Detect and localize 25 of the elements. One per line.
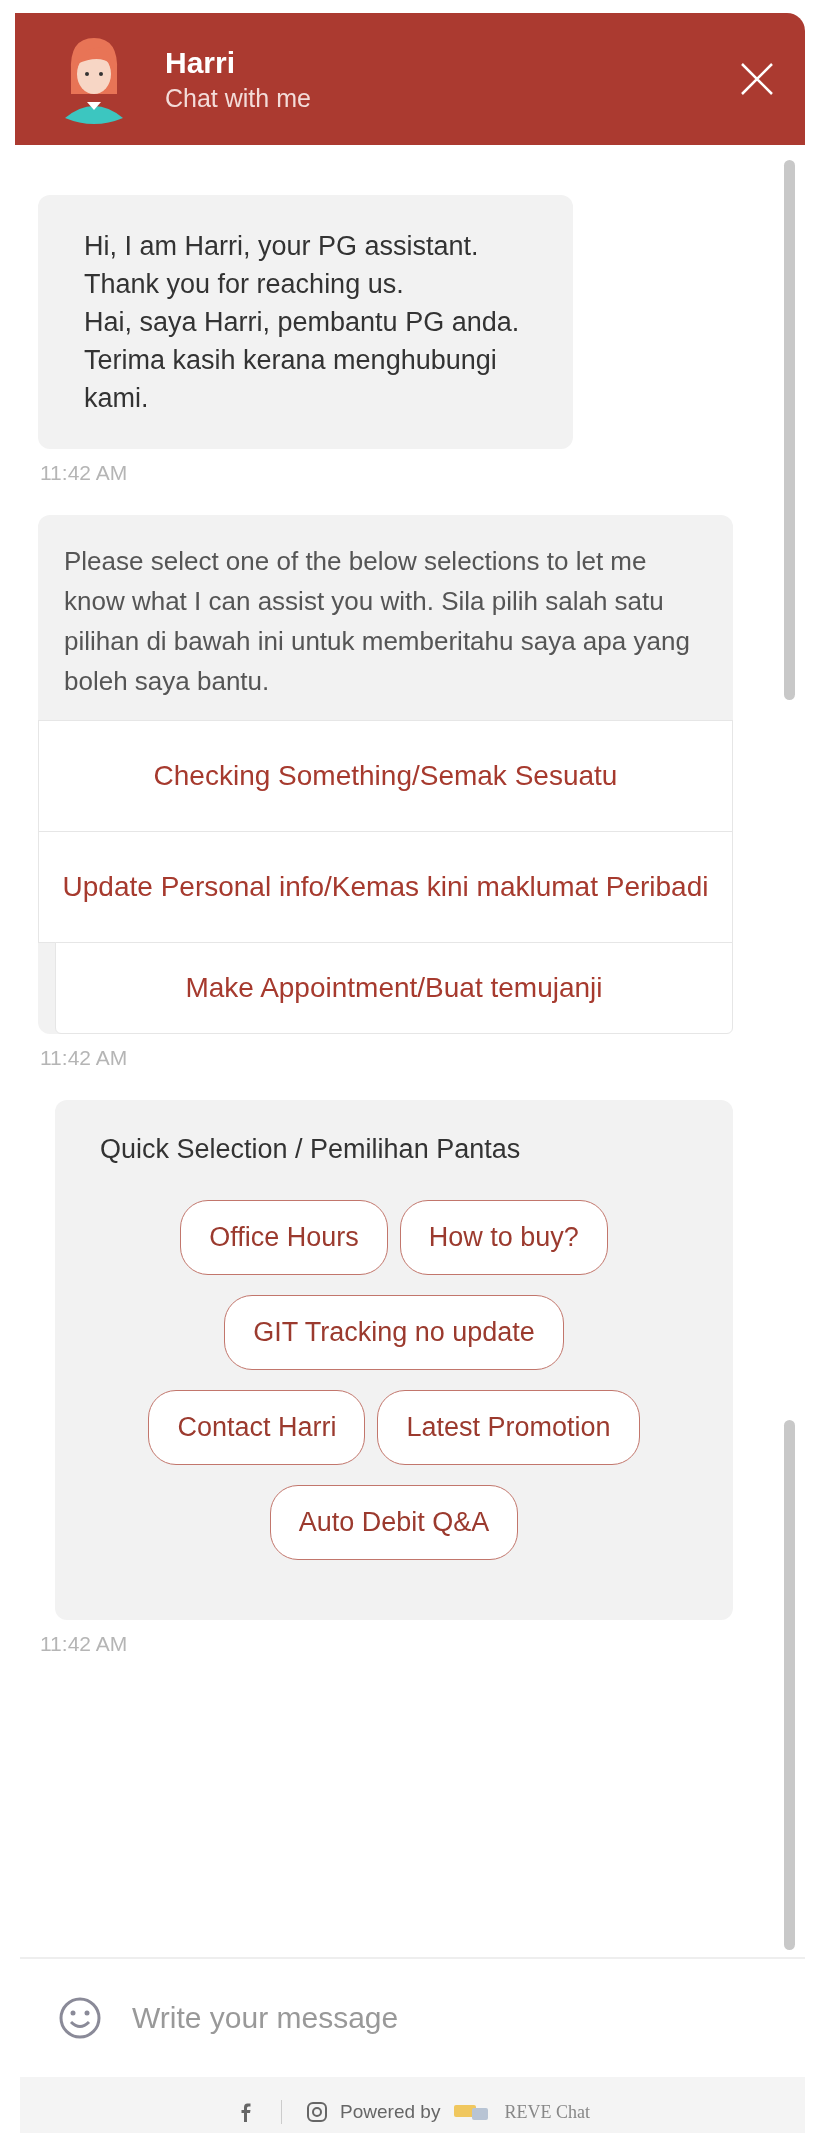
- quick-reply-chip[interactable]: Contact Harri: [148, 1390, 366, 1465]
- instagram-icon[interactable]: [306, 2101, 329, 2123]
- scrollbar-thumb[interactable]: [784, 160, 795, 700]
- scrollbar-thumb[interactable]: [784, 1420, 795, 1950]
- quick-reply-chip[interactable]: Auto Debit Q&A: [269, 1485, 519, 1560]
- message-input[interactable]: Write your message: [130, 2000, 805, 2036]
- powered-by-text: Powered by: [340, 2101, 441, 2123]
- message-time: 11:42 AM: [40, 1046, 129, 1070]
- close-button[interactable]: [739, 61, 775, 97]
- message-time: 11:42 AM: [40, 1632, 129, 1656]
- option-button[interactable]: Update Personal info/Kemas kini maklumat Peribadi: [38, 831, 733, 943]
- quick-reply-chip[interactable]: Office Hours: [180, 1200, 388, 1275]
- quick-reply-chip[interactable]: Latest Promotion: [377, 1390, 640, 1465]
- quick-reply-chip[interactable]: GIT Tracking no update: [224, 1295, 564, 1370]
- header-subtitle: Chat with me: [165, 83, 312, 113]
- emoji-icon[interactable]: [58, 1996, 102, 2040]
- message-text: Hai, saya Harri, pembantu PG anda. Terima kasih kerana menghubungi kami.: [84, 306, 521, 415]
- quick-reply-chip[interactable]: How to buy?: [399, 1200, 608, 1275]
- message-text: Hi, I am Harri, your PG assistant. Thank you for reaching us.: [84, 230, 480, 301]
- agent-name: Harri: [165, 45, 237, 80]
- card-title: Quick Selection / Pemilihan Pantas: [100, 1133, 522, 1166]
- message-text: Please select one of the below selections to let me know what I can assist you with. Sila pilih salah satu pilihan di bawah ini untuk memberitahu saya apa yang boleh saya bantu.: [63, 545, 691, 698]
- option-button[interactable]: Make Appointment/Buat temujanji: [55, 942, 733, 1034]
- message-time: 11:42 AM: [40, 461, 129, 485]
- option-button[interactable]: Checking Something/Semak Sesuatu: [38, 720, 733, 832]
